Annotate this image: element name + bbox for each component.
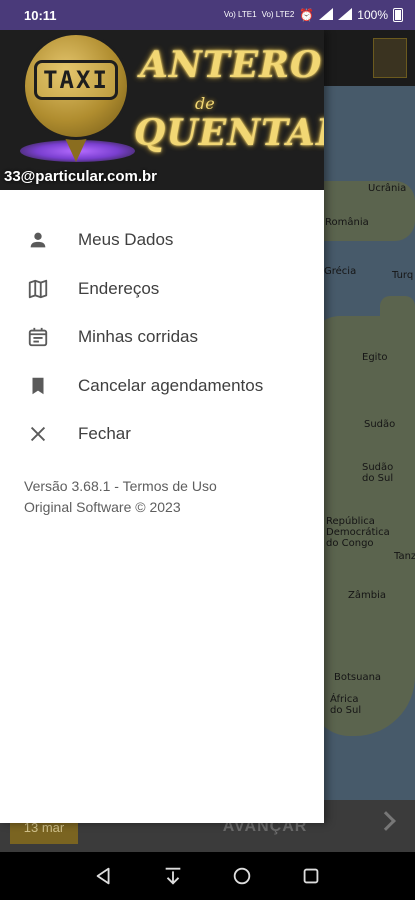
menu-item-fechar[interactable]: Fechar bbox=[0, 410, 324, 459]
version-text: Versão 3.68.1 - bbox=[24, 478, 123, 494]
alarm-icon: ⏰ bbox=[299, 8, 315, 22]
navigation-drawer: TAXI ANTERO de QUENTAL 33@particular.com… bbox=[0, 30, 324, 823]
chevron-right-icon[interactable] bbox=[376, 811, 396, 831]
battery-icon bbox=[393, 8, 403, 22]
menu-item-enderecos[interactable]: Endereços bbox=[0, 265, 324, 314]
status-time: 10:11 bbox=[24, 7, 57, 23]
menu-item-minhas-corridas[interactable]: Minhas corridas bbox=[0, 313, 324, 362]
signal-icon-2 bbox=[338, 7, 353, 23]
menu-item-cancelar-agendamentos[interactable]: Cancelar agendamentos bbox=[0, 362, 324, 411]
home-icon[interactable] bbox=[229, 863, 255, 889]
terms-link[interactable]: Termos de Uso bbox=[123, 478, 217, 494]
map-icon bbox=[26, 277, 50, 301]
drawer-header: TAXI ANTERO de QUENTAL 33@particular.com… bbox=[0, 30, 324, 190]
drawer-menu: Meus Dados Endereços Minhas corridas Can… bbox=[0, 216, 324, 459]
taxi-logo: TAXI bbox=[34, 60, 118, 100]
user-email: 33@particular.com.br bbox=[4, 168, 158, 185]
recents-icon[interactable] bbox=[298, 863, 324, 889]
app-logo-icon bbox=[373, 38, 407, 78]
battery-percent: 100% bbox=[357, 8, 388, 22]
menu-item-label: Endereços bbox=[78, 278, 160, 298]
status-indicators: Vo) LTE1 Vo) LTE2 ⏰ 100% bbox=[223, 7, 403, 23]
version-line: Versão 3.68.1 - Termos de Uso bbox=[24, 476, 217, 497]
volte-indicator-1: Vo) LTE1 bbox=[223, 10, 257, 19]
menu-item-meus-dados[interactable]: Meus Dados bbox=[0, 216, 324, 265]
menu-item-label: Cancelar agendamentos bbox=[78, 375, 264, 395]
status-bar: 10:11 Vo) LTE1 Vo) LTE2 ⏰ 100% bbox=[0, 0, 415, 30]
system-nav-bar bbox=[0, 852, 415, 900]
app-info: Versão 3.68.1 - Termos de Uso Original S… bbox=[24, 476, 217, 518]
brand-name-line3: QUENTAL bbox=[134, 112, 324, 154]
person-icon bbox=[26, 228, 50, 252]
brand-name-line2: de bbox=[195, 94, 215, 113]
menu-item-label: Minhas corridas bbox=[78, 327, 198, 347]
signal-icon bbox=[319, 7, 334, 23]
close-icon bbox=[26, 422, 50, 446]
calendar-icon bbox=[26, 325, 50, 349]
copyright-text: Original Software © 2023 bbox=[24, 499, 181, 515]
volte-indicator-2: Vo) LTE2 bbox=[261, 10, 295, 19]
back-icon[interactable] bbox=[91, 863, 117, 889]
download-icon[interactable] bbox=[160, 863, 186, 889]
menu-item-label: Fechar bbox=[78, 424, 131, 444]
bookmark-icon bbox=[26, 374, 50, 398]
brand-name-line1: ANTERO bbox=[140, 44, 323, 86]
menu-item-label: Meus Dados bbox=[78, 230, 174, 250]
